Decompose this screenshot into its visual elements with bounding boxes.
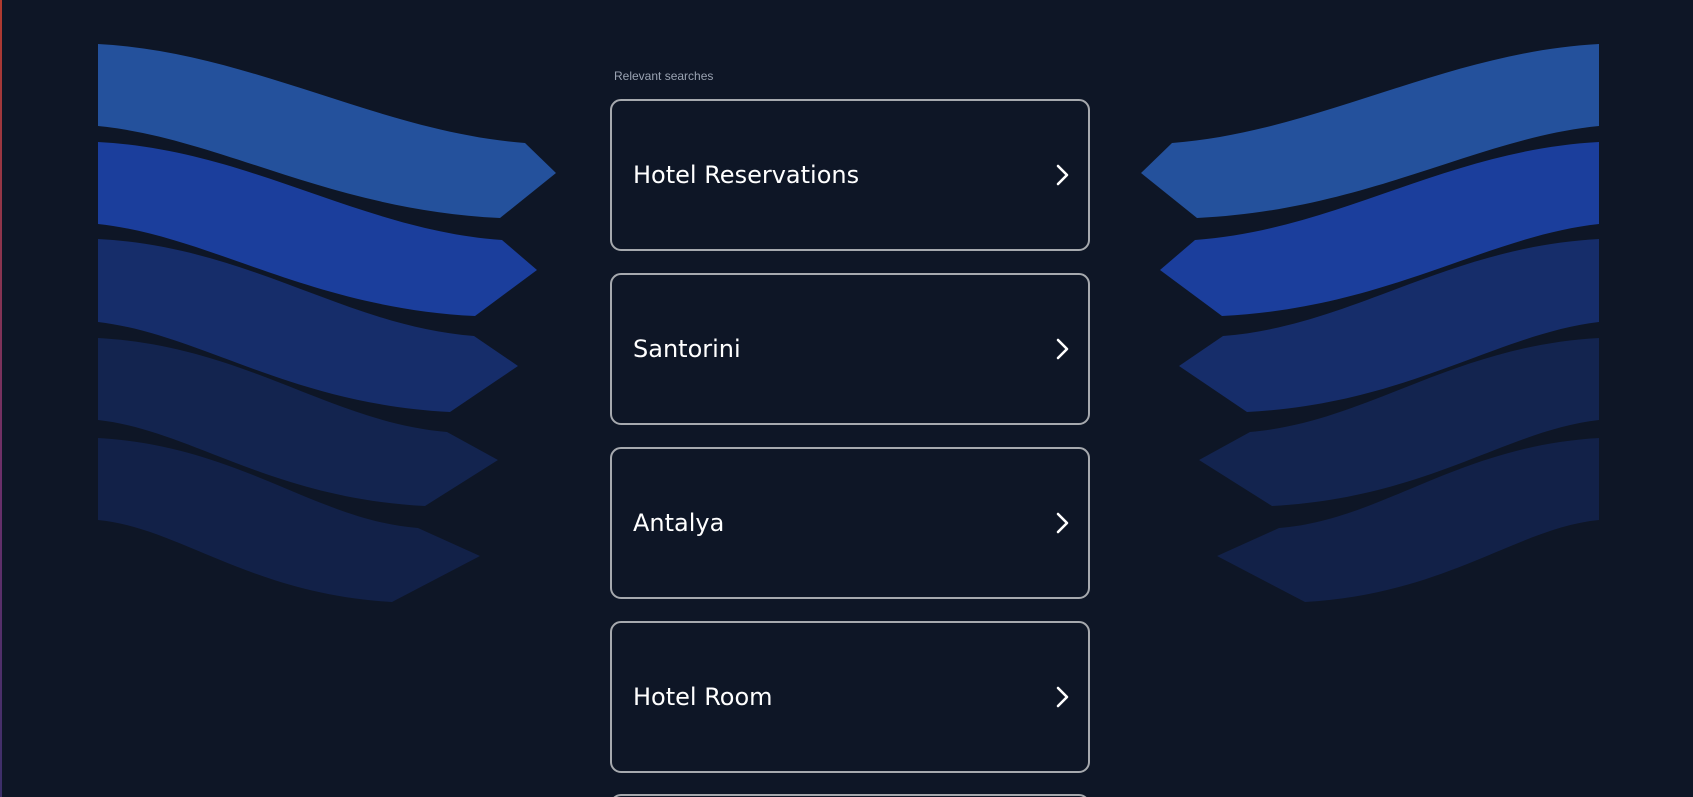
parked-domain-page: Relevant searches Hotel Reservations San… xyxy=(0,0,1693,797)
relevant-searches-heading: Relevant searches xyxy=(614,69,714,83)
result-link-hotel-reservations[interactable]: Hotel Reservations xyxy=(610,99,1090,251)
result-label: Antalya xyxy=(633,509,725,537)
result-link-santorini[interactable]: Santorini xyxy=(610,273,1090,425)
left-wing xyxy=(98,44,556,602)
chevron-right-icon xyxy=(1056,338,1069,360)
chevron-right-icon xyxy=(1056,164,1069,186)
result-label: Hotel Reservations xyxy=(633,161,860,189)
result-label: Hotel Room xyxy=(633,683,773,711)
chevron-right-icon xyxy=(1056,512,1069,534)
chevron-right-icon xyxy=(1056,686,1069,708)
result-label: Santorini xyxy=(633,335,741,363)
result-link-hotel-room[interactable]: Hotel Room xyxy=(610,621,1090,773)
result-link-antalya[interactable]: Antalya xyxy=(610,447,1090,599)
right-wing xyxy=(1141,44,1599,602)
